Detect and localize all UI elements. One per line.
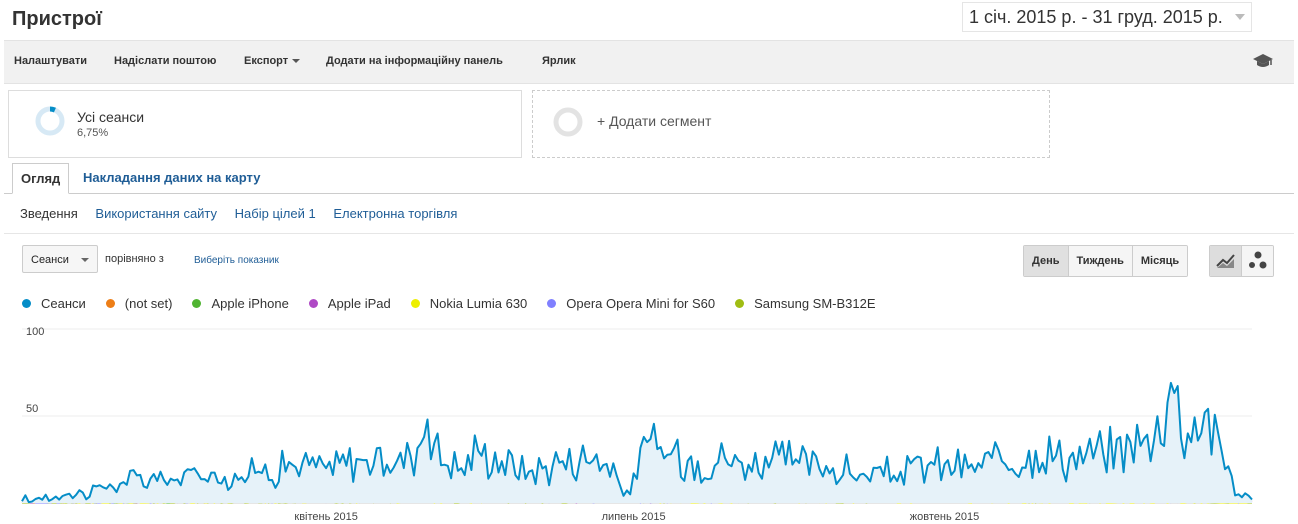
report-tabs: Огляд Накладання даних на карту: [4, 163, 1294, 194]
legend-marker: [735, 299, 745, 308]
legend-label: Apple iPhone: [211, 296, 289, 311]
x-tick-label: жовтень 2015: [910, 511, 979, 523]
period-week-button[interactable]: Тиждень: [1067, 246, 1132, 276]
series-area: [22, 382, 1252, 503]
legend-item[interactable]: Apple iPhone: [192, 296, 289, 311]
shortcut-button[interactable]: Ярлик: [542, 55, 576, 67]
legend-marker: [192, 299, 202, 308]
chart-type-toggle: [1209, 245, 1274, 277]
add-segment-button[interactable]: + Додати сегмент: [532, 90, 1050, 158]
subnav-summary[interactable]: Зведення: [20, 206, 78, 221]
legend-label: Nokia Lumia 630: [429, 296, 528, 311]
y-tick-label: 100: [26, 326, 44, 338]
legend-label: Сеанси: [41, 296, 86, 311]
period-month-button[interactable]: Місяць: [1131, 246, 1188, 276]
legend-item[interactable]: Сеанси: [22, 296, 86, 311]
legend-item[interactable]: Samsung SM-B312E: [735, 296, 876, 311]
subnav-goal-set-1[interactable]: Набір цілей 1: [235, 206, 316, 221]
line-chart-button[interactable]: [1210, 246, 1241, 276]
legend-label: Samsung SM-B312E: [754, 296, 876, 311]
period-toggle: День Тиждень Місяць: [1023, 245, 1189, 277]
add-segment-label: + Додати сегмент: [597, 113, 712, 129]
tab-map-overlay[interactable]: Накладання даних на карту: [83, 163, 260, 192]
date-range-label: 1 січ. 2015 р. - 31 груд. 2015 р.: [969, 7, 1223, 27]
motion-chart-icon: [1249, 251, 1267, 269]
segment-all-sessions[interactable]: Усі сеанси 6,75%: [8, 90, 522, 158]
chevron-down-icon: [1234, 14, 1245, 20]
report-subnav: Зведення Використання сайту Набір цілей …: [20, 206, 471, 221]
email-button[interactable]: Надіслати поштою: [114, 55, 216, 67]
legend-marker: [22, 299, 31, 308]
legend-item[interactable]: (not set): [105, 296, 173, 311]
subnav-site-usage[interactable]: Використання сайту: [95, 206, 217, 221]
sessions-line-chart: 100 50 квітень 2015 липень 2015 жовтень 2015: [21, 326, 1253, 523]
segment-percent: 6,75%: [77, 127, 109, 139]
legend-item[interactable]: Nokia Lumia 630: [410, 296, 528, 311]
chevron-down-icon: [292, 59, 301, 64]
segment-ring-icon: [35, 106, 65, 136]
tab-overview[interactable]: Огляд: [12, 163, 70, 194]
chart-legend: Сеанси (not set) Apple iPhone Apple iPad Nok…: [22, 296, 896, 311]
export-button[interactable]: Експорт: [244, 55, 301, 67]
customize-button[interactable]: Налаштувати: [14, 55, 87, 67]
period-day-button[interactable]: День: [1024, 246, 1068, 276]
pick-metric-link[interactable]: Виберіть показник: [194, 255, 279, 266]
page-title: Пристрої: [12, 8, 102, 30]
add-to-dashboard-button[interactable]: Додати на інформаційну панель: [326, 55, 503, 67]
legend-item[interactable]: Apple iPad: [308, 296, 391, 311]
legend-label: Apple iPad: [327, 296, 391, 311]
legend-label: (not set): [124, 296, 173, 311]
date-range-picker[interactable]: 1 січ. 2015 р. - 31 груд. 2015 р.: [962, 2, 1252, 32]
metric-select-value: Сеанси: [31, 254, 69, 266]
legend-item[interactable]: Opera Opera Mini for S60: [547, 296, 715, 311]
legend-marker: [105, 299, 115, 308]
compare-label: порівняно з: [105, 253, 164, 265]
legend-label: Opera Opera Mini for S60: [566, 296, 716, 311]
export-label: Експорт: [244, 55, 289, 67]
legend-marker: [308, 299, 318, 308]
y-tick-label: 50: [26, 403, 38, 415]
x-tick-label: липень 2015: [602, 511, 666, 523]
segment-name: Усі сеанси: [77, 109, 145, 125]
divider: [4, 233, 1294, 234]
chevron-down-icon: [81, 258, 89, 262]
legend-marker: [410, 299, 420, 308]
line-chart-icon: [1216, 254, 1235, 268]
metric-select[interactable]: Сеанси: [22, 245, 98, 273]
legend-marker: [547, 299, 557, 308]
motion-chart-button[interactable]: [1241, 246, 1273, 276]
x-tick-label: квітень 2015: [294, 511, 357, 523]
report-toolbar: Налаштувати Надіслати поштою Експорт Дод…: [4, 40, 1294, 84]
empty-segment-ring-icon: [553, 107, 583, 137]
subnav-ecommerce[interactable]: Електронна торгівля: [333, 206, 457, 221]
graduation-cap-icon[interactable]: [1252, 53, 1274, 69]
